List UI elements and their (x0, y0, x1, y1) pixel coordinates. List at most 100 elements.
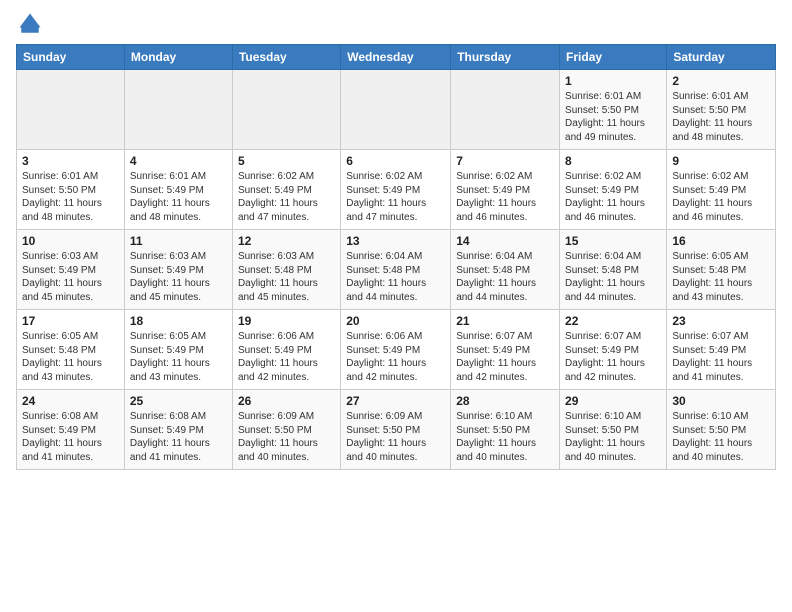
day-number: 12 (238, 234, 335, 248)
day-info: Sunrise: 6:07 AM Sunset: 5:49 PM Dayligh… (456, 330, 554, 384)
day-cell: 12 Sunrise: 6:03 AM Sunset: 5:48 PM Dayli… (232, 230, 340, 310)
day-number: 10 (22, 234, 119, 248)
day-number: 19 (238, 314, 335, 328)
day-number: 27 (346, 394, 445, 408)
day-info: Sunrise: 6:06 AM Sunset: 5:49 PM Dayligh… (346, 330, 445, 384)
day-info: Sunrise: 6:03 AM Sunset: 5:49 PM Dayligh… (22, 250, 119, 304)
weekday-saturday: Saturday (667, 45, 776, 70)
day-cell (451, 70, 560, 150)
day-number: 15 (565, 234, 661, 248)
weekday-header-row: SundayMondayTuesdayWednesdayThursdayFrid… (17, 45, 776, 70)
day-info: Sunrise: 6:07 AM Sunset: 5:49 PM Dayligh… (672, 330, 770, 384)
day-info: Sunrise: 6:10 AM Sunset: 5:50 PM Dayligh… (565, 410, 661, 464)
day-info: Sunrise: 6:05 AM Sunset: 5:48 PM Dayligh… (672, 250, 770, 304)
day-cell: 30 Sunrise: 6:10 AM Sunset: 5:50 PM Dayli… (667, 390, 776, 470)
day-number: 28 (456, 394, 554, 408)
day-number: 4 (130, 154, 227, 168)
day-cell: 17 Sunrise: 6:05 AM Sunset: 5:48 PM Dayli… (17, 310, 125, 390)
day-cell: 7 Sunrise: 6:02 AM Sunset: 5:49 PM Daylig… (451, 150, 560, 230)
day-cell (341, 70, 451, 150)
day-cell: 3 Sunrise: 6:01 AM Sunset: 5:50 PM Daylig… (17, 150, 125, 230)
day-cell: 13Sunrise: 6:04 AM Sunset: 5:48 PM Dayli… (341, 230, 451, 310)
day-info: Sunrise: 6:09 AM Sunset: 5:50 PM Dayligh… (346, 410, 445, 464)
day-info: Sunrise: 6:02 AM Sunset: 5:49 PM Dayligh… (672, 170, 770, 224)
day-info: Sunrise: 6:05 AM Sunset: 5:48 PM Dayligh… (22, 330, 119, 384)
header (16, 10, 776, 38)
day-number: 23 (672, 314, 770, 328)
day-cell: 1 Sunrise: 6:01 AM Sunset: 5:50 PM Daylig… (560, 70, 667, 150)
day-cell: 9 Sunrise: 6:02 AM Sunset: 5:49 PM Daylig… (667, 150, 776, 230)
day-number: 9 (672, 154, 770, 168)
day-cell: 6 Sunrise: 6:02 AM Sunset: 5:49 PM Daylig… (341, 150, 451, 230)
day-cell: 25 Sunrise: 6:08 AM Sunset: 5:49 PM Dayli… (124, 390, 232, 470)
day-cell: 24Sunrise: 6:08 AM Sunset: 5:49 PM Dayli… (17, 390, 125, 470)
weekday-sunday: Sunday (17, 45, 125, 70)
day-cell: 29Sunrise: 6:10 AM Sunset: 5:50 PM Dayli… (560, 390, 667, 470)
day-cell: 16 Sunrise: 6:05 AM Sunset: 5:48 PM Dayli… (667, 230, 776, 310)
day-number: 1 (565, 74, 661, 88)
day-info: Sunrise: 6:01 AM Sunset: 5:50 PM Dayligh… (22, 170, 119, 224)
day-cell: 2 Sunrise: 6:01 AM Sunset: 5:50 PM Daylig… (667, 70, 776, 150)
day-info: Sunrise: 6:02 AM Sunset: 5:49 PM Dayligh… (456, 170, 554, 224)
day-number: 16 (672, 234, 770, 248)
day-number: 7 (456, 154, 554, 168)
day-number: 13 (346, 234, 445, 248)
day-info: Sunrise: 6:07 AM Sunset: 5:49 PM Dayligh… (565, 330, 661, 384)
day-number: 21 (456, 314, 554, 328)
day-cell: 21 Sunrise: 6:07 AM Sunset: 5:49 PM Dayli… (451, 310, 560, 390)
day-info: Sunrise: 6:10 AM Sunset: 5:50 PM Dayligh… (672, 410, 770, 464)
day-number: 26 (238, 394, 335, 408)
day-cell: 20 Sunrise: 6:06 AM Sunset: 5:49 PM Dayli… (341, 310, 451, 390)
day-number: 25 (130, 394, 227, 408)
day-cell: 4 Sunrise: 6:01 AM Sunset: 5:49 PM Daylig… (124, 150, 232, 230)
day-info: Sunrise: 6:04 AM Sunset: 5:48 PM Dayligh… (456, 250, 554, 304)
logo (16, 10, 46, 38)
weekday-monday: Monday (124, 45, 232, 70)
day-cell: 18Sunrise: 6:05 AM Sunset: 5:49 PM Dayli… (124, 310, 232, 390)
day-cell: 15Sunrise: 6:04 AM Sunset: 5:48 PM Dayli… (560, 230, 667, 310)
day-cell (17, 70, 125, 150)
day-info: Sunrise: 6:02 AM Sunset: 5:49 PM Dayligh… (238, 170, 335, 224)
day-cell: 26 Sunrise: 6:09 AM Sunset: 5:50 PM Dayli… (232, 390, 340, 470)
day-number: 24 (22, 394, 119, 408)
day-cell: 28 Sunrise: 6:10 AM Sunset: 5:50 PM Dayli… (451, 390, 560, 470)
day-cell: 8 Sunrise: 6:02 AM Sunset: 5:49 PM Daylig… (560, 150, 667, 230)
day-info: Sunrise: 6:08 AM Sunset: 5:49 PM Dayligh… (130, 410, 227, 464)
day-info: Sunrise: 6:01 AM Sunset: 5:50 PM Dayligh… (672, 90, 770, 144)
week-row-4: 17 Sunrise: 6:05 AM Sunset: 5:48 PM Dayli… (17, 310, 776, 390)
day-cell (232, 70, 340, 150)
day-cell: 27 Sunrise: 6:09 AM Sunset: 5:50 PM Dayli… (341, 390, 451, 470)
day-info: Sunrise: 6:01 AM Sunset: 5:50 PM Dayligh… (565, 90, 661, 144)
day-info: Sunrise: 6:09 AM Sunset: 5:50 PM Dayligh… (238, 410, 335, 464)
day-info: Sunrise: 6:03 AM Sunset: 5:49 PM Dayligh… (130, 250, 227, 304)
week-row-2: 3 Sunrise: 6:01 AM Sunset: 5:50 PM Daylig… (17, 150, 776, 230)
day-number: 8 (565, 154, 661, 168)
day-cell (124, 70, 232, 150)
day-number: 20 (346, 314, 445, 328)
page: SundayMondayTuesdayWednesdayThursdayFrid… (0, 0, 792, 486)
day-cell: 5Sunrise: 6:02 AM Sunset: 5:49 PM Daylig… (232, 150, 340, 230)
day-number: 2 (672, 74, 770, 88)
day-info: Sunrise: 6:02 AM Sunset: 5:49 PM Dayligh… (346, 170, 445, 224)
weekday-tuesday: Tuesday (232, 45, 340, 70)
day-cell: 22Sunrise: 6:07 AM Sunset: 5:49 PM Dayli… (560, 310, 667, 390)
week-row-1: 1 Sunrise: 6:01 AM Sunset: 5:50 PM Daylig… (17, 70, 776, 150)
day-number: 30 (672, 394, 770, 408)
day-cell: 11Sunrise: 6:03 AM Sunset: 5:49 PM Dayli… (124, 230, 232, 310)
day-number: 17 (22, 314, 119, 328)
day-info: Sunrise: 6:05 AM Sunset: 5:49 PM Dayligh… (130, 330, 227, 384)
day-number: 6 (346, 154, 445, 168)
weekday-friday: Friday (560, 45, 667, 70)
calendar-table: SundayMondayTuesdayWednesdayThursdayFrid… (16, 44, 776, 470)
week-row-3: 10 Sunrise: 6:03 AM Sunset: 5:49 PM Dayli… (17, 230, 776, 310)
day-number: 3 (22, 154, 119, 168)
day-info: Sunrise: 6:02 AM Sunset: 5:49 PM Dayligh… (565, 170, 661, 224)
day-number: 14 (456, 234, 554, 248)
logo-icon (16, 10, 44, 38)
day-info: Sunrise: 6:10 AM Sunset: 5:50 PM Dayligh… (456, 410, 554, 464)
day-info: Sunrise: 6:06 AM Sunset: 5:49 PM Dayligh… (238, 330, 335, 384)
day-info: Sunrise: 6:03 AM Sunset: 5:48 PM Dayligh… (238, 250, 335, 304)
day-cell: 19 Sunrise: 6:06 AM Sunset: 5:49 PM Dayli… (232, 310, 340, 390)
day-info: Sunrise: 6:01 AM Sunset: 5:49 PM Dayligh… (130, 170, 227, 224)
day-cell: 14 Sunrise: 6:04 AM Sunset: 5:48 PM Dayli… (451, 230, 560, 310)
